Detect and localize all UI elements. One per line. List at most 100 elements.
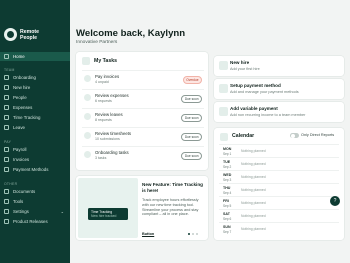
brand-name: Remote People bbox=[20, 29, 50, 41]
calendar-title: Calendar bbox=[232, 133, 255, 139]
company-name: Innovative Partners bbox=[76, 40, 118, 45]
gear-icon bbox=[4, 209, 9, 214]
task-item[interactable]: Pay invoices 4 unpaid Overdue bbox=[82, 70, 204, 86]
sidebar-item-label: Leave bbox=[13, 125, 25, 130]
day-name: MON bbox=[223, 147, 232, 151]
sidebar-item-leave[interactable]: Leave bbox=[0, 123, 70, 132]
quick-action-payment-method[interactable]: Setup payment method Add and manage your… bbox=[214, 79, 344, 99]
day-events: Nothing planned bbox=[241, 201, 266, 205]
tasks-title: My Tasks bbox=[94, 58, 117, 64]
sidebar-section-pay: PAY bbox=[4, 140, 12, 144]
expenses-icon bbox=[4, 105, 9, 110]
sidebar-item-payroll[interactable]: Payroll bbox=[0, 145, 70, 154]
sidebar-item-home[interactable]: Home bbox=[0, 52, 70, 61]
sidebar-item-label: Documents bbox=[13, 189, 36, 194]
onboarding-icon bbox=[84, 151, 91, 158]
tools-icon bbox=[4, 199, 9, 204]
sidebar-item-tools[interactable]: Tools bbox=[0, 197, 70, 206]
task-item[interactable]: Review expenses 6 requests Due soon bbox=[82, 89, 204, 105]
brand-line-2: People bbox=[20, 34, 38, 41]
sidebar-item-new-hire[interactable]: New hire bbox=[0, 83, 70, 92]
task-name: Review expenses bbox=[95, 93, 129, 98]
feature-tag: Time Tracking New hire tracked bbox=[88, 208, 128, 220]
sidebar-item-expenses[interactable]: Expenses bbox=[0, 103, 70, 112]
new-hire-icon bbox=[4, 85, 9, 90]
tasks-card: My Tasks Pay invoices 4 unpaid Overdue R… bbox=[76, 52, 208, 170]
task-subtitle: 4 unpaid bbox=[95, 80, 109, 84]
sidebar-item-label: Invoices bbox=[13, 157, 30, 162]
status-badge: Due soon bbox=[181, 95, 202, 103]
carousel-dot[interactable] bbox=[196, 233, 198, 235]
clock-icon bbox=[4, 115, 9, 120]
sidebar-item-label: Settings bbox=[13, 209, 29, 214]
calendar-day-row: MON Sep 1 Nothing planned bbox=[219, 144, 339, 157]
status-badge: Due soon bbox=[181, 114, 202, 122]
sidebar-item-label: Tools bbox=[13, 199, 24, 204]
sidebar-item-label: Time Tracking bbox=[13, 115, 41, 120]
calendar-day-row: SUN Sep 7 Nothing planned bbox=[219, 222, 339, 235]
sidebar-item-label: Product Releases bbox=[13, 219, 48, 224]
sidebar-item-label: Payroll bbox=[13, 147, 27, 152]
payroll-icon bbox=[4, 147, 9, 152]
calendar-day-row: THU Sep 4 Nothing planned bbox=[219, 183, 339, 196]
sidebar-item-onboarding[interactable]: Onboarding bbox=[0, 73, 70, 82]
invoice-icon bbox=[84, 75, 91, 82]
sidebar-item-people[interactable]: People bbox=[0, 93, 70, 102]
day-date: Sep 3 bbox=[223, 178, 232, 182]
invoice-icon bbox=[4, 157, 9, 162]
day-events: Nothing planned bbox=[241, 175, 266, 179]
carousel-dot[interactable] bbox=[188, 233, 190, 235]
task-subtitle: 3 tasks bbox=[95, 156, 107, 160]
task-name: Onboarding tasks bbox=[95, 150, 129, 155]
feature-illustration: Time Tracking New hire tracked bbox=[78, 178, 138, 238]
sidebar-item-label: People bbox=[13, 95, 27, 100]
sidebar-item-payment-methods[interactable]: Payment Methods bbox=[0, 165, 70, 174]
task-name: Pay invoices bbox=[95, 74, 120, 79]
people-icon bbox=[4, 95, 9, 100]
task-item[interactable]: Onboarding tasks 3 tasks Due soon bbox=[82, 146, 204, 162]
day-date: Sep 6 bbox=[223, 217, 232, 221]
day-name: SAT bbox=[223, 212, 230, 216]
day-name: FRI bbox=[223, 199, 229, 203]
carousel-dot[interactable] bbox=[192, 233, 194, 235]
day-date: Sep 7 bbox=[223, 230, 232, 234]
calendar-icon bbox=[220, 133, 228, 141]
day-name: WED bbox=[223, 173, 232, 177]
release-icon bbox=[4, 219, 9, 224]
sidebar-item-label: Payment Methods bbox=[13, 167, 49, 172]
quick-action-title: Setup payment method bbox=[230, 83, 281, 88]
quick-action-new-hire[interactable]: New hire Add your first hire bbox=[214, 56, 344, 76]
sidebar-item-label: Onboarding bbox=[13, 75, 36, 80]
feature-button[interactable]: Button bbox=[142, 232, 154, 236]
sidebar-item-documents[interactable]: Documents bbox=[0, 187, 70, 196]
sidebar-item-product-releases[interactable]: Product Releases bbox=[0, 217, 70, 226]
quick-action-variable-payment[interactable]: Add variable payment Add non recurring i… bbox=[214, 102, 344, 122]
help-icon[interactable]: ? bbox=[330, 196, 340, 206]
sidebar-item-invoices[interactable]: Invoices bbox=[0, 155, 70, 164]
checklist-icon bbox=[82, 57, 90, 65]
brand-logo[interactable]: Remote People bbox=[4, 28, 50, 41]
onboarding-icon bbox=[4, 75, 9, 80]
day-date: Sep 5 bbox=[223, 204, 232, 208]
document-icon bbox=[4, 189, 9, 194]
calendar-day-row: FRI Sep 5 Nothing planned bbox=[219, 196, 339, 209]
day-name: SUN bbox=[223, 225, 231, 229]
task-item[interactable]: Review leaves 8 requests Due soon bbox=[82, 108, 204, 124]
feature-title: New Feature: Time Tracking is here! bbox=[142, 182, 203, 193]
day-name: TUE bbox=[223, 160, 231, 164]
sidebar-item-time-tracking[interactable]: Time Tracking bbox=[0, 113, 70, 122]
status-badge: Due soon bbox=[181, 133, 202, 141]
quick-action-title: New hire bbox=[230, 60, 250, 65]
quick-action-subtitle: Add your first hire bbox=[230, 67, 260, 71]
task-subtitle: 10 submissions bbox=[95, 137, 120, 141]
feature-body: Track employee hours effortlessly with o… bbox=[142, 198, 199, 217]
task-item[interactable]: Review timesheets 10 submissions Due soo… bbox=[82, 127, 204, 143]
sidebar-item-settings[interactable]: Settings ⌄ bbox=[0, 207, 70, 216]
leave-icon bbox=[84, 113, 91, 120]
direct-reports-toggle[interactable] bbox=[290, 133, 299, 138]
sidebar: Remote People Home TEAM Onboarding New h… bbox=[0, 0, 70, 263]
add-user-icon bbox=[219, 61, 228, 70]
day-events: Nothing planned bbox=[241, 188, 266, 192]
day-events: Nothing planned bbox=[241, 162, 266, 166]
calendar-day-row: SAT Sep 6 Nothing planned bbox=[219, 209, 339, 222]
